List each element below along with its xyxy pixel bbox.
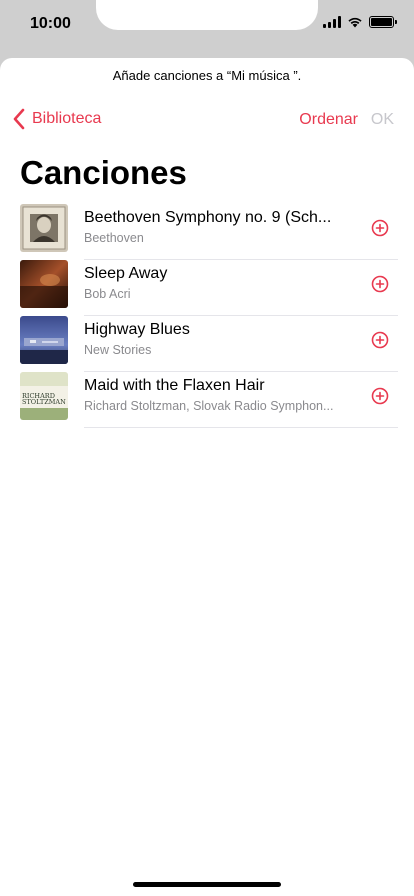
song-artist: Bob Acri [84, 287, 131, 301]
back-button[interactable]: Biblioteca [12, 108, 101, 130]
album-art [20, 260, 68, 308]
sheet-prompt: Añade canciones a “Mi música ”. [112, 68, 302, 83]
song-artist: New Stories [84, 343, 152, 357]
song-artist: Richard Stoltzman, Slovak Radio Symphon.… [84, 399, 334, 413]
status-bar: 10:00 [0, 0, 414, 50]
status-time: 10:00 [30, 15, 71, 32]
notch [96, 0, 318, 30]
status-icons [323, 16, 397, 28]
song-row[interactable]: Highway Blues New Stories [0, 316, 414, 372]
add-icon[interactable] [370, 218, 390, 238]
back-button-label: Biblioteca [32, 110, 102, 127]
cellular-signal-icon [323, 16, 341, 28]
song-title: Maid with the Flaxen Hair [84, 377, 265, 394]
sort-button[interactable]: Ordenar [299, 111, 358, 129]
chevron-left-icon [13, 108, 25, 130]
ok-button[interactable]: OK [371, 111, 394, 129]
page-title: Canciones [20, 154, 187, 191]
battery-icon [369, 16, 397, 28]
album-art [20, 204, 68, 252]
nav-bar: Biblioteca Ordenar OK [0, 108, 414, 134]
song-row[interactable]: RICHARD STOLTZMAN Maid with the Flaxen H… [0, 372, 414, 428]
add-icon[interactable] [370, 330, 390, 350]
add-icon[interactable] [370, 386, 390, 406]
song-title: Highway Blues [84, 321, 190, 338]
song-artist: Beethoven [84, 231, 144, 245]
album-art [20, 316, 68, 364]
song-list: Beethoven Symphony no. 9 (Sch... Beethov… [0, 204, 414, 428]
song-title: Beethoven Symphony no. 9 (Sch... [84, 209, 332, 226]
home-indicator[interactable] [133, 882, 281, 887]
add-icon[interactable] [370, 274, 390, 294]
song-row[interactable]: Beethoven Symphony no. 9 (Sch... Beethov… [0, 204, 414, 260]
row-divider [84, 427, 398, 428]
svg-text:STOLTZMAN: STOLTZMAN [22, 398, 66, 406]
album-art: RICHARD STOLTZMAN [20, 372, 68, 420]
wifi-icon [347, 16, 363, 28]
add-songs-sheet: Añade canciones a “Mi música ”. Bibliote… [0, 58, 414, 896]
song-title: Sleep Away [84, 265, 168, 282]
song-row[interactable]: Sleep Away Bob Acri [0, 260, 414, 316]
